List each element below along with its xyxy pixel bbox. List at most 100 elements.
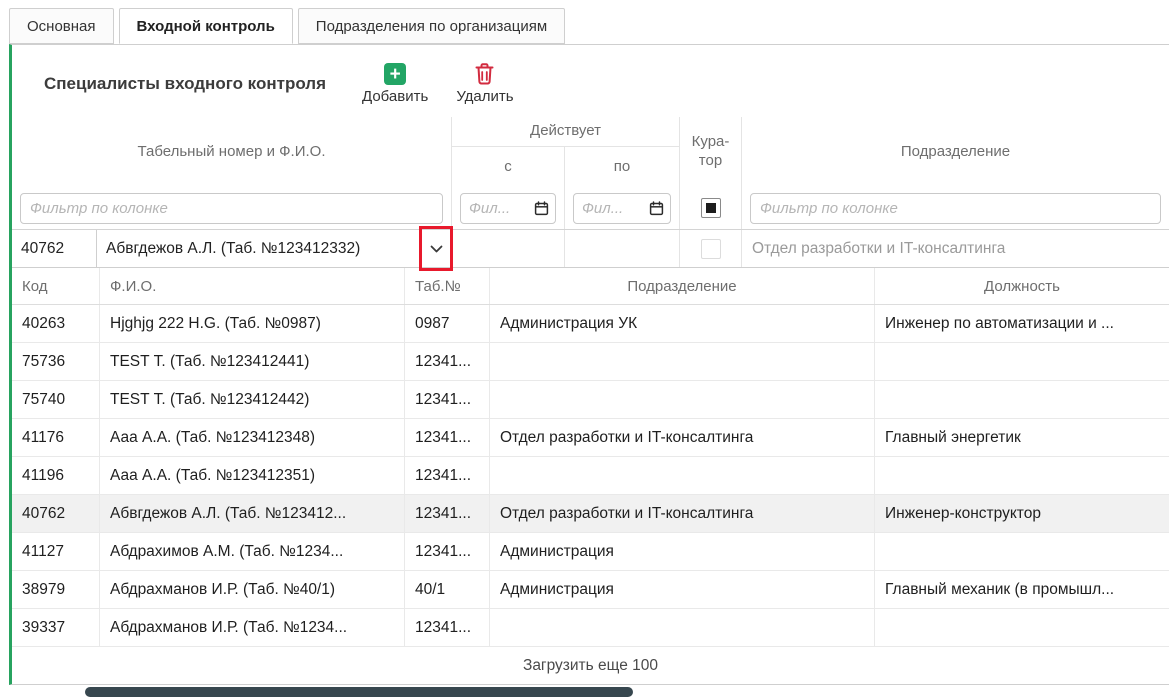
horizontal-scrollbar-thumb[interactable] [85,687,633,697]
cell-code: 40762 [12,495,100,532]
panel-title: Специалисты входного контроля [44,74,326,94]
cell-tab: 12341... [405,609,490,646]
delete-button-label: Удалить [456,88,513,105]
screen: Основная Входной контроль Подразделения … [0,0,1169,700]
edit-cell-department: Отдел разработки и IT-консалтинга [742,230,1169,267]
cell-position [875,381,1169,418]
table-row[interactable]: 41176 Ааа А.А. (Таб. №123412348) 12341..… [12,419,1169,457]
load-more-button[interactable]: Загрузить еще 100 [12,647,1169,684]
delete-button[interactable]: Удалить [456,63,513,105]
grid-header: Табельный номер и Ф.И.О. Действует с по … [12,117,1169,230]
table-row[interactable]: 39337 Абдрахманов И.Р. (Таб. №1234... 12… [12,609,1169,647]
edit-cell-valid-to[interactable] [565,230,680,267]
tab-main[interactable]: Основная [9,8,114,44]
filter-cell-personnel [12,187,452,229]
column-header-valid-from[interactable]: с [452,147,565,187]
table-row[interactable]: 41127 Абдрахимов А.М. (Таб. №1234... 123… [12,533,1169,571]
cell-department [490,381,875,418]
lookup-column-department: Подразделение [490,268,875,304]
cell-fio: TEST Т. (Таб. №123412442) [100,381,405,418]
employee-name-value[interactable]: Абвгдежов А.Л. (Таб. №123412332) [97,230,421,267]
column-group-valid: Действует [452,117,680,147]
code-cell [12,230,97,267]
cell-tab: 12341... [405,419,490,456]
lookup-header: Код Ф.И.О. Таб.№ Подразделение Должность [12,268,1169,305]
dropdown-button-wrap [421,230,451,267]
cell-code: 75740 [12,381,100,418]
column-header-department[interactable]: Подразделение [742,117,1169,187]
filter-cell-department [742,187,1169,229]
curator-filter-checkbox[interactable] [701,198,721,218]
cell-department [490,343,875,380]
add-button-label: Добавить [362,88,428,105]
cell-tab: 0987 [405,305,490,342]
lookup-column-fio: Ф.И.О. [100,268,405,304]
filter-cell-curator [680,187,742,229]
valid-from-filter[interactable] [460,193,556,224]
cell-tab: 12341... [405,343,490,380]
tab-bar: Основная Входной контроль Подразделения … [0,0,1169,44]
table-row[interactable]: 75740 TEST Т. (Таб. №123412442) 12341... [12,381,1169,419]
table-row[interactable]: 40263 Hjghjg 222 H.G. (Таб. №0987) 0987 … [12,305,1169,343]
edit-cell-personnel: Абвгдежов А.Л. (Таб. №123412332) [12,230,452,267]
filter-cell-valid-to [565,187,680,229]
column-header-curator[interactable]: Кура-тор [680,117,742,187]
valid-to-filter-input[interactable] [582,200,649,217]
valid-from-filter-input[interactable] [469,200,534,217]
cell-department: Администрация [490,533,875,570]
add-button[interactable]: + Добавить [362,63,428,105]
personnel-filter-input[interactable] [20,193,443,224]
column-header-valid-to[interactable]: по [565,147,680,187]
edit-cell-curator [680,230,742,267]
cell-tab: 40/1 [405,571,490,608]
table-row[interactable]: 41196 Ааа А.А. (Таб. №123412351) 12341..… [12,457,1169,495]
cell-position [875,609,1169,646]
tab-departments-by-org[interactable]: Подразделения по организациям [298,8,565,44]
cell-position: Инженер-конструктор [875,495,1169,532]
cell-fio: Hjghjg 222 H.G. (Таб. №0987) [100,305,405,342]
cell-fio: Ааа А.А. (Таб. №123412351) [100,457,405,494]
cell-department: Администрация [490,571,875,608]
cell-position: Инженер по автоматизации и ... [875,305,1169,342]
edit-cell-valid-from[interactable] [452,230,565,267]
code-input[interactable] [12,240,96,258]
department-filter-input[interactable] [750,193,1161,224]
table-row[interactable]: 75736 TEST Т. (Таб. №123412441) 12341... [12,343,1169,381]
employee-dropdown-button[interactable] [421,230,451,267]
table-row[interactable]: 38979 Абдрахманов И.Р. (Таб. №40/1) 40/1… [12,571,1169,609]
cell-code: 39337 [12,609,100,646]
cell-position [875,343,1169,380]
table-row-selected[interactable]: 40762 Абвгдежов А.Л. (Таб. №123412... 12… [12,495,1169,533]
cell-department: Отдел разработки и IT-консалтинга [490,495,875,532]
calendar-icon[interactable] [649,201,664,216]
edit-row: Абвгдежов А.Л. (Таб. №123412332) Отдел р… [12,230,1169,268]
cell-fio: Абдрахимов А.М. (Таб. №1234... [100,533,405,570]
cell-code: 41176 [12,419,100,456]
cell-fio: TEST Т. (Таб. №123412441) [100,343,405,380]
calendar-icon[interactable] [534,201,549,216]
cell-position [875,533,1169,570]
tab-input-control[interactable]: Входной контроль [119,8,293,44]
cell-fio: Абдрахманов И.Р. (Таб. №40/1) [100,571,405,608]
cell-fio: Абвгдежов А.Л. (Таб. №123412... [100,495,405,532]
cell-tab: 12341... [405,381,490,418]
valid-to-filter[interactable] [573,193,671,224]
cell-department: Администрация УК [490,305,875,342]
cell-position: Главный энергетик [875,419,1169,456]
cell-tab: 12341... [405,495,490,532]
cell-fio: Ааа А.А. (Таб. №123412348) [100,419,405,456]
employee-lookup-dropdown: Код Ф.И.О. Таб.№ Подразделение Должность… [12,268,1169,684]
cell-tab: 12341... [405,533,490,570]
horizontal-scrollbar-track [9,685,1169,700]
curator-checkbox[interactable] [701,239,721,259]
cell-code: 75736 [12,343,100,380]
lookup-column-code: Код [12,268,100,304]
cell-tab: 12341... [405,457,490,494]
cell-department [490,457,875,494]
column-header-personnel[interactable]: Табельный номер и Ф.И.О. [12,117,452,187]
cell-position [875,457,1169,494]
cell-fio: Абдрахманов И.Р. (Таб. №1234... [100,609,405,646]
cell-code: 38979 [12,571,100,608]
input-control-panel: Специалисты входного контроля + Добавить… [9,44,1169,685]
toolbar: Специалисты входного контроля + Добавить… [12,45,1169,117]
